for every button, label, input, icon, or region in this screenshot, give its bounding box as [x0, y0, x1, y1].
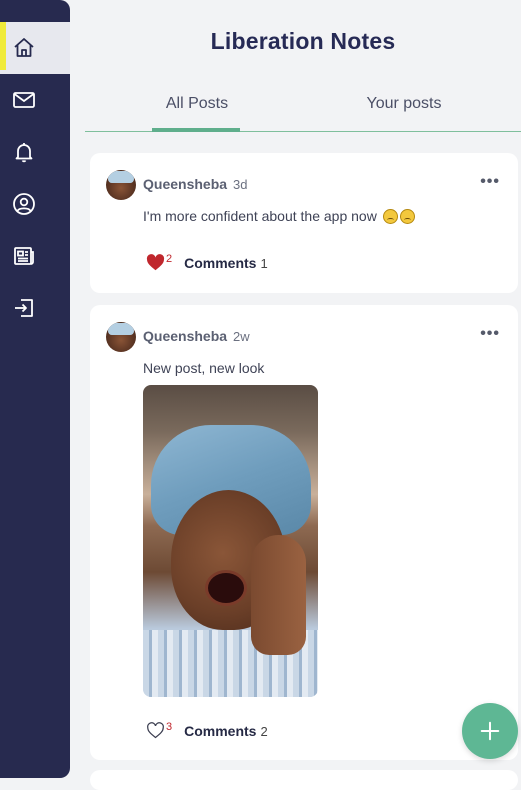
- post-time: 3d: [233, 177, 248, 192]
- more-options-icon[interactable]: •••: [480, 325, 500, 343]
- post-card: Queensheba 3d ••• I'm more confident abou…: [90, 153, 518, 293]
- worried-face-emoji-icon: [399, 209, 415, 224]
- post-actions: 3 Comments 2: [146, 720, 268, 739]
- worried-face-emoji-icon: [382, 209, 398, 224]
- comment-count: 2: [260, 723, 268, 739]
- sidebar-item-home[interactable]: [0, 22, 70, 74]
- post-text-content: I'm more confident about the app now: [143, 208, 377, 224]
- post-card: [90, 770, 518, 790]
- like-button[interactable]: [146, 254, 165, 271]
- profile-icon: [13, 193, 35, 215]
- comments-button[interactable]: Comments 1: [184, 255, 268, 271]
- like-button[interactable]: [146, 722, 165, 739]
- add-post-button[interactable]: [462, 703, 518, 759]
- post-author[interactable]: Queensheba 3d: [143, 176, 248, 192]
- logout-icon: [15, 299, 33, 317]
- news-icon: [14, 247, 34, 265]
- post-time: 2w: [233, 329, 250, 344]
- sidebar: [0, 0, 70, 778]
- heart-outline-icon: [147, 722, 164, 739]
- plus-icon: [480, 721, 500, 741]
- home-icon: [14, 38, 34, 57]
- page-title: Liberation Notes: [210, 28, 396, 54]
- bell-icon: [15, 143, 33, 163]
- comments-label: Comments: [184, 722, 257, 739]
- tabs-divider: [85, 131, 521, 132]
- like-count: 2: [166, 252, 173, 265]
- tab-all-posts[interactable]: All Posts: [153, 95, 241, 113]
- post-author[interactable]: Queensheba 2w: [143, 328, 250, 344]
- comments-label: Comments: [184, 254, 257, 271]
- sidebar-item-news[interactable]: [0, 230, 70, 282]
- post-tabs: All Posts Your posts: [85, 80, 521, 132]
- author-name: Queensheba: [143, 176, 228, 192]
- sidebar-item-notifications[interactable]: [0, 126, 70, 178]
- post-image[interactable]: [143, 385, 318, 697]
- tab-your-posts[interactable]: Your posts: [353, 95, 455, 113]
- comment-count: 1: [260, 255, 268, 271]
- avatar[interactable]: [106, 170, 136, 200]
- post-text: New post, new look: [143, 360, 265, 376]
- like-count: 3: [166, 720, 173, 733]
- mail-icon: [13, 92, 35, 108]
- more-options-icon[interactable]: •••: [480, 173, 500, 191]
- author-name: Queensheba: [143, 328, 228, 344]
- post-actions: 2 Comments 1: [146, 252, 268, 271]
- active-tab-indicator: [152, 128, 240, 132]
- post-text: I'm more confident about the app now: [143, 208, 415, 224]
- post-card: Queensheba 2w ••• New post, new look 3 Co…: [90, 305, 518, 760]
- sidebar-item-logout[interactable]: [0, 282, 70, 334]
- avatar[interactable]: [106, 322, 136, 352]
- comments-button[interactable]: Comments 2: [184, 723, 268, 739]
- sidebar-item-messages[interactable]: [0, 74, 70, 126]
- heart-filled-icon: [146, 254, 165, 271]
- sidebar-item-profile[interactable]: [0, 178, 70, 230]
